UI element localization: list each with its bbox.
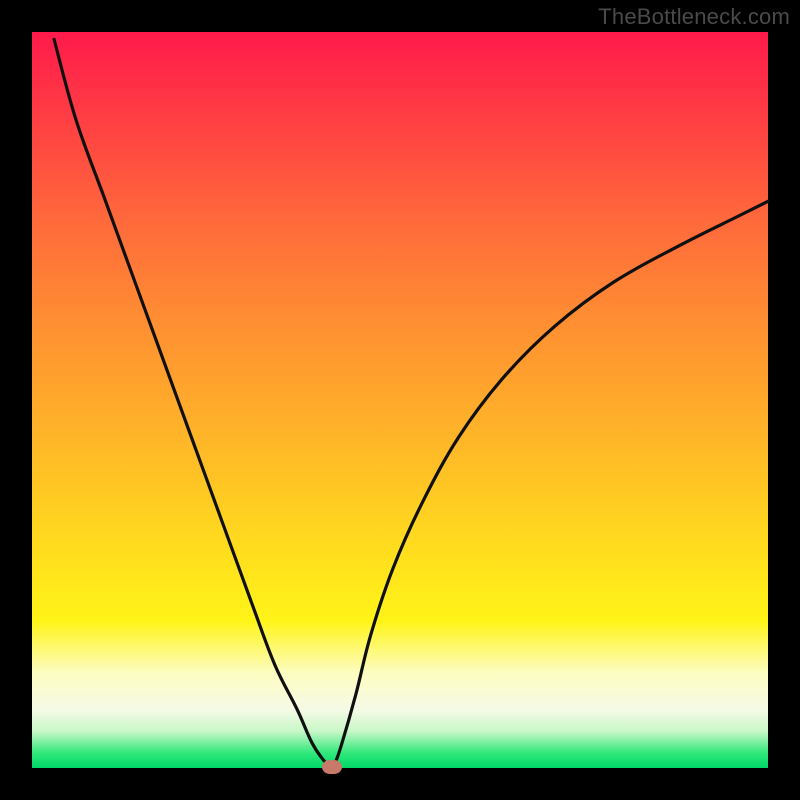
bottleneck-curve bbox=[32, 32, 768, 768]
chart-frame: TheBottleneck.com bbox=[0, 0, 800, 800]
watermark-text: TheBottleneck.com bbox=[598, 4, 790, 30]
plot-area bbox=[32, 32, 768, 768]
minimum-marker bbox=[322, 760, 342, 774]
